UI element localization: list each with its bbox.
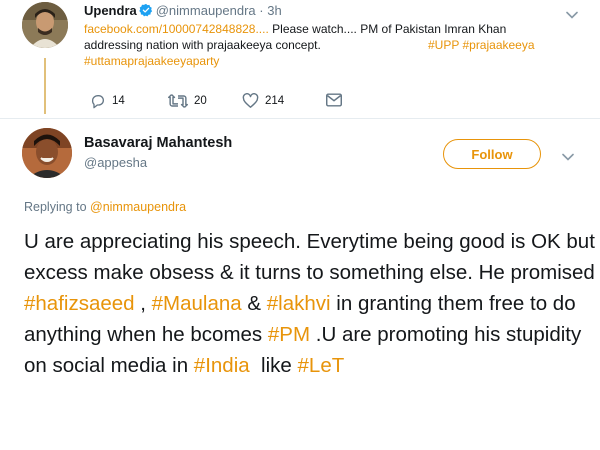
chevron-down-icon[interactable] bbox=[562, 148, 574, 166]
hashtag-hafizsaeed[interactable]: #hafizsaeed bbox=[24, 292, 135, 315]
reply-author-name[interactable]: Basavaraj Mahantesh bbox=[84, 135, 232, 151]
reply-count: 14 bbox=[112, 95, 125, 107]
replying-to: Replying to @nimmaupendra bbox=[24, 200, 186, 214]
like-icon bbox=[242, 93, 259, 108]
tweet-divider bbox=[0, 118, 600, 119]
reply-icon bbox=[90, 93, 106, 109]
hashtag-lakhvi[interactable]: #lakhvi bbox=[267, 292, 331, 315]
like-count: 214 bbox=[265, 94, 285, 107]
parent-time[interactable]: · 3h bbox=[259, 3, 281, 18]
hashtag-india[interactable]: #India bbox=[194, 354, 250, 377]
message-action[interactable] bbox=[326, 93, 342, 107]
replying-to-handle[interactable]: @nimmaupendra bbox=[90, 200, 186, 214]
reply-tweet-text: U are appreciating his speech. Everytime… bbox=[24, 226, 596, 381]
facebook-link[interactable]: facebook.com/10000742848828.... bbox=[84, 22, 269, 36]
message-icon bbox=[326, 93, 342, 107]
verified-icon bbox=[139, 3, 153, 20]
hashtags-upp-prajaakeeya[interactable]: #UPP #prajaakeeya bbox=[428, 37, 535, 53]
replying-to-label: Replying to bbox=[24, 200, 91, 214]
reply-text: U are appreciating his speech. Everytime… bbox=[24, 230, 595, 284]
tweet-text-line1: Please watch.... PM of Pakistan Imran Kh… bbox=[268, 22, 507, 36]
hashtag-let[interactable]: #LeT bbox=[298, 354, 345, 377]
hashtag-maulana[interactable]: #Maulana bbox=[152, 292, 242, 315]
basavaraj-avatar[interactable] bbox=[22, 128, 72, 178]
parent-author-name[interactable]: Upendra bbox=[84, 3, 137, 18]
thread-line bbox=[44, 58, 46, 114]
reply-author-handle[interactable]: @appesha bbox=[84, 155, 147, 170]
reply-text: , bbox=[134, 292, 152, 315]
upendra-avatar[interactable] bbox=[22, 2, 68, 48]
parent-tweet: Upendra @nimmaupendra · 3h facebook.com/1… bbox=[0, 0, 600, 118]
hashtag-uttamaprajaakeeyaparty[interactable]: #uttamaprajaakeeyaparty bbox=[84, 53, 574, 69]
retweet-count: 20 bbox=[194, 95, 207, 107]
like-action[interactable]: 214 bbox=[242, 93, 284, 108]
parent-tweet-text: facebook.com/10000742848828.... Please w… bbox=[84, 21, 574, 69]
reply-text: & bbox=[241, 292, 267, 315]
hashtag-pm[interactable]: #PM bbox=[268, 323, 310, 346]
reply-text: like bbox=[249, 354, 298, 377]
retweet-action[interactable]: 20 bbox=[168, 93, 207, 109]
tweet-text-line2: addressing nation with prajaakeeya conce… bbox=[84, 38, 321, 52]
parent-tweet-header: Upendra @nimmaupendra · 3h bbox=[84, 3, 282, 20]
parent-handle[interactable]: @nimmaupendra bbox=[156, 3, 256, 18]
retweet-icon bbox=[168, 93, 188, 109]
reply-action[interactable]: 14 bbox=[90, 93, 125, 109]
follow-button[interactable]: Follow bbox=[443, 139, 541, 169]
